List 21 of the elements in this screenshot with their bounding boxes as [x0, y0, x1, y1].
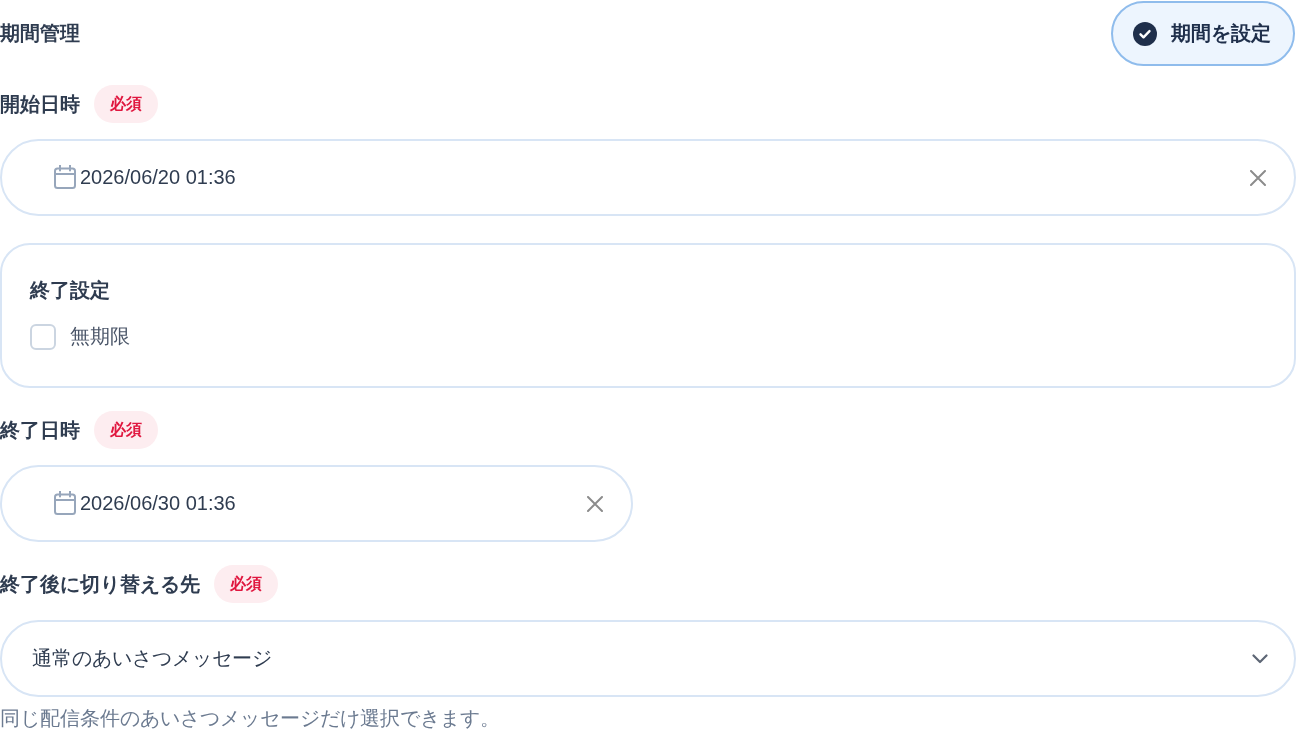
field-label: 開始日時 — [0, 91, 80, 117]
check-circle-icon — [1133, 21, 1157, 46]
checkbox-label[interactable]: 無期限 — [70, 323, 130, 350]
set-period-button[interactable]: 期間を設定 — [1111, 1, 1295, 66]
section-title: 期間管理 — [0, 20, 80, 46]
field-label: 終了後に切り替える先 — [0, 571, 200, 597]
select-field[interactable]: 通常のあいさつメッセージ — [0, 620, 1296, 697]
calendar-icon — [54, 490, 76, 515]
panel-title: 終了設定 — [30, 278, 111, 303]
chevron-down-icon — [1252, 653, 1268, 664]
clear-icon[interactable] — [587, 495, 603, 512]
required-badge: 必須 — [94, 411, 158, 449]
clear-icon[interactable] — [1250, 169, 1266, 186]
field-label: 終了日時 — [0, 417, 80, 443]
required-badge: 必須 — [214, 565, 278, 603]
help-text: 同じ配信条件のあいさつメッセージだけ選択できます。 — [0, 706, 501, 731]
date-input-field[interactable]: 2026/06/30 01:36 — [0, 465, 633, 542]
required-badge: 必須 — [94, 85, 158, 123]
checkbox[interactable] — [30, 323, 56, 350]
calendar-icon — [54, 164, 76, 189]
date-input-field[interactable]: 2026/06/20 01:36 — [0, 139, 1296, 216]
